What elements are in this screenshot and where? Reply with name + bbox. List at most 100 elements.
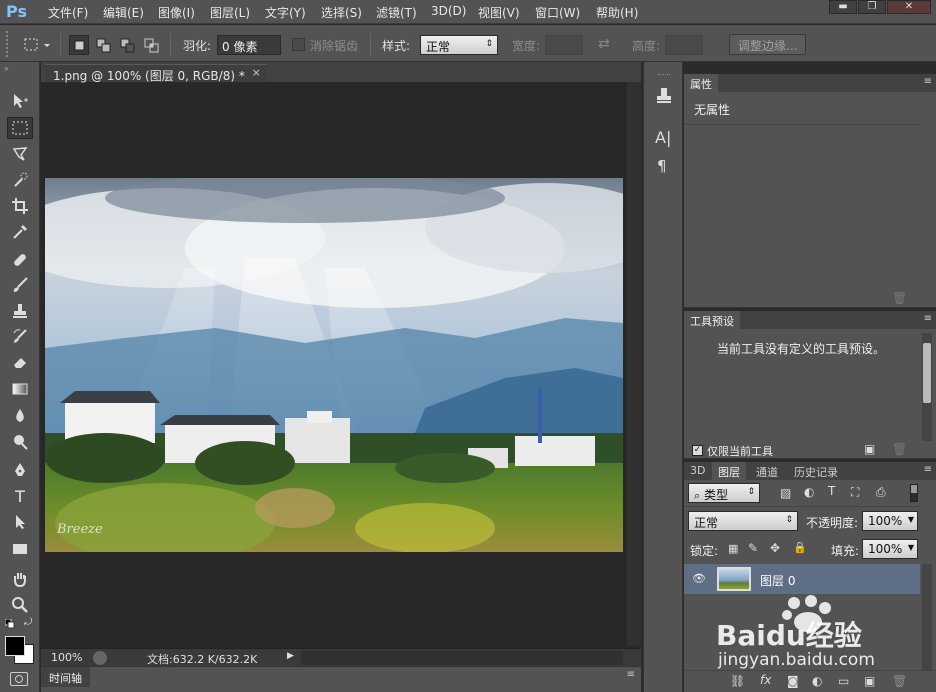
panel-menu-icon[interactable]: ≡ <box>627 669 635 680</box>
layer-mask-icon[interactable]: ◙ <box>787 674 799 688</box>
filter-smart-object-icon[interactable]: ⎙ <box>876 485 886 500</box>
document-tab[interactable]: 1.png @ 100% (图层 0, RGB/8) * × <box>45 64 267 83</box>
brush-tool-icon[interactable] <box>7 274 33 296</box>
grip-handle[interactable] <box>658 74 670 77</box>
gradient-tool-icon[interactable] <box>7 378 33 400</box>
play-icon[interactable]: ▶ <box>287 651 294 661</box>
style-select[interactable]: 正常 ⇕ <box>420 35 498 55</box>
vertical-scrollbar[interactable] <box>625 82 641 646</box>
move-tool-icon[interactable] <box>7 90 33 112</box>
dodge-tool-icon[interactable] <box>7 431 33 453</box>
paragraph-panel-icon[interactable]: ¶ <box>657 157 667 175</box>
layer-style-icon[interactable]: fx <box>760 673 771 687</box>
path-selection-tool-icon[interactable] <box>7 511 33 533</box>
panel-menu-icon[interactable]: ≡ <box>924 76 932 87</box>
menu-filter[interactable]: 滤镜(T) <box>376 4 417 21</box>
new-layer-icon[interactable]: ▣ <box>864 674 875 688</box>
trash-icon[interactable]: 🗑 <box>892 674 907 688</box>
rectangle-tool-icon[interactable] <box>7 538 33 560</box>
eraser-tool-icon[interactable] <box>7 351 33 373</box>
eyedropper-tool-icon[interactable] <box>7 221 33 243</box>
add-selection-icon[interactable] <box>93 35 113 55</box>
lasso-tool-icon[interactable] <box>7 143 33 165</box>
clone-stamp-tool-icon[interactable] <box>7 300 33 322</box>
close-button[interactable]: ✕ <box>887 0 931 14</box>
chevron-down-icon[interactable]: ▼ <box>908 515 914 524</box>
hand-tool-icon[interactable] <box>7 568 33 590</box>
pen-tool-icon[interactable] <box>7 459 33 481</box>
filter-pixel-icon[interactable]: ▨ <box>780 486 791 500</box>
menu-file[interactable]: 文件(F) <box>48 4 88 21</box>
menu-3d[interactable]: 3D(D) <box>431 4 466 21</box>
tab-history[interactable]: 历史记录 <box>788 462 844 480</box>
link-layers-icon[interactable]: ⛓ <box>730 674 745 688</box>
close-tab-icon[interactable]: × <box>252 66 261 79</box>
new-group-icon[interactable]: ▭ <box>838 674 849 688</box>
menu-layer[interactable]: 图层(L) <box>210 4 250 21</box>
quick-selection-tool-icon[interactable] <box>7 169 33 191</box>
fill-input[interactable]: 100% ▼ <box>862 539 918 559</box>
opacity-input[interactable]: 100% ▼ <box>862 511 918 531</box>
zoom-tool-icon[interactable] <box>7 594 33 616</box>
blur-tool-icon[interactable] <box>7 405 33 427</box>
intersect-selection-icon[interactable] <box>141 35 161 55</box>
filter-type-icon[interactable]: T <box>828 484 835 498</box>
menu-select[interactable]: 选择(S) <box>321 4 362 21</box>
adjustment-layer-icon[interactable]: ◐ <box>812 674 822 688</box>
chevron-down-icon[interactable]: ▼ <box>908 543 914 552</box>
tab-layers[interactable]: 图层 <box>712 462 746 480</box>
feather-input[interactable]: 0 像素 <box>217 35 281 55</box>
maximize-button[interactable]: ❐ <box>858 0 886 14</box>
antialias-checkbox[interactable] <box>292 38 305 51</box>
lock-transparent-icon[interactable]: ▦ <box>728 542 738 555</box>
quick-mask-icon[interactable] <box>10 672 28 686</box>
type-tool-icon[interactable]: T <box>7 485 33 507</box>
eye-icon[interactable]: 👁 <box>692 572 706 585</box>
tool-preset-icon[interactable] <box>655 86 673 109</box>
menu-window[interactable]: 窗口(W) <box>535 4 580 21</box>
layer-filter-select[interactable]: ⌕ 类型 ⇕ <box>688 483 760 503</box>
history-brush-tool-icon[interactable] <box>7 325 33 347</box>
panel-menu-icon[interactable]: ≡ <box>924 313 932 324</box>
blend-mode-select[interactable]: 正常 ⇕ <box>688 511 798 531</box>
menu-view[interactable]: 视图(V) <box>478 4 520 21</box>
lock-all-icon[interactable]: 🔒 <box>793 541 807 554</box>
foreground-color-swatch[interactable] <box>5 636 25 656</box>
lock-paint-icon[interactable]: ✎ <box>748 541 758 555</box>
character-panel-icon[interactable]: A| <box>655 128 671 147</box>
swap-colors-icon[interactable]: ⤾ <box>24 617 32 628</box>
height-input[interactable] <box>665 35 703 55</box>
healing-brush-tool-icon[interactable] <box>7 249 33 271</box>
grip-handle[interactable] <box>6 31 10 57</box>
menu-image[interactable]: 图像(I) <box>158 4 195 21</box>
trash-icon[interactable]: 🗑 <box>892 442 907 456</box>
tab-properties[interactable]: 属性 <box>684 74 718 92</box>
collapse-icon[interactable]: » <box>4 64 9 73</box>
layer-row[interactable]: 👁 图层 0 <box>684 564 920 594</box>
layers-scrollbar[interactable] <box>922 564 932 670</box>
lock-position-icon[interactable]: ✥ <box>770 541 780 555</box>
swap-dimensions-icon[interactable]: ⇄ <box>598 36 610 52</box>
filter-toggle[interactable] <box>910 484 918 502</box>
filter-adjustment-icon[interactable]: ◐ <box>804 485 814 499</box>
tab-3d[interactable]: 3D <box>684 462 711 480</box>
default-colors-icon[interactable] <box>4 618 15 629</box>
layer-name[interactable]: 图层 0 <box>760 572 795 589</box>
panel-menu-icon[interactable]: ≡ <box>924 464 932 475</box>
refine-edge-button[interactable]: 调整边缘... <box>729 34 807 55</box>
marquee-preset-icon[interactable] <box>22 35 52 55</box>
menu-edit[interactable]: 编辑(E) <box>103 4 144 21</box>
filter-shape-icon[interactable]: ⛶ <box>851 485 859 500</box>
rect-marquee-tool-icon[interactable] <box>7 117 33 139</box>
current-tool-only-checkbox[interactable]: ✓ <box>692 445 703 456</box>
subtract-selection-icon[interactable] <box>117 35 137 55</box>
menu-type[interactable]: 文字(Y) <box>265 4 306 21</box>
image-canvas[interactable]: Breeze <box>45 178 623 552</box>
menu-help[interactable]: 帮助(H) <box>596 4 638 21</box>
minimize-button[interactable]: ▬ <box>829 0 857 14</box>
tab-channels[interactable]: 通道 <box>750 462 784 480</box>
presets-scrollbar[interactable] <box>922 333 932 441</box>
timeline-tab[interactable]: 时间轴 <box>41 667 90 687</box>
width-input[interactable] <box>545 35 583 55</box>
new-preset-icon[interactable]: ▣ <box>864 442 875 456</box>
